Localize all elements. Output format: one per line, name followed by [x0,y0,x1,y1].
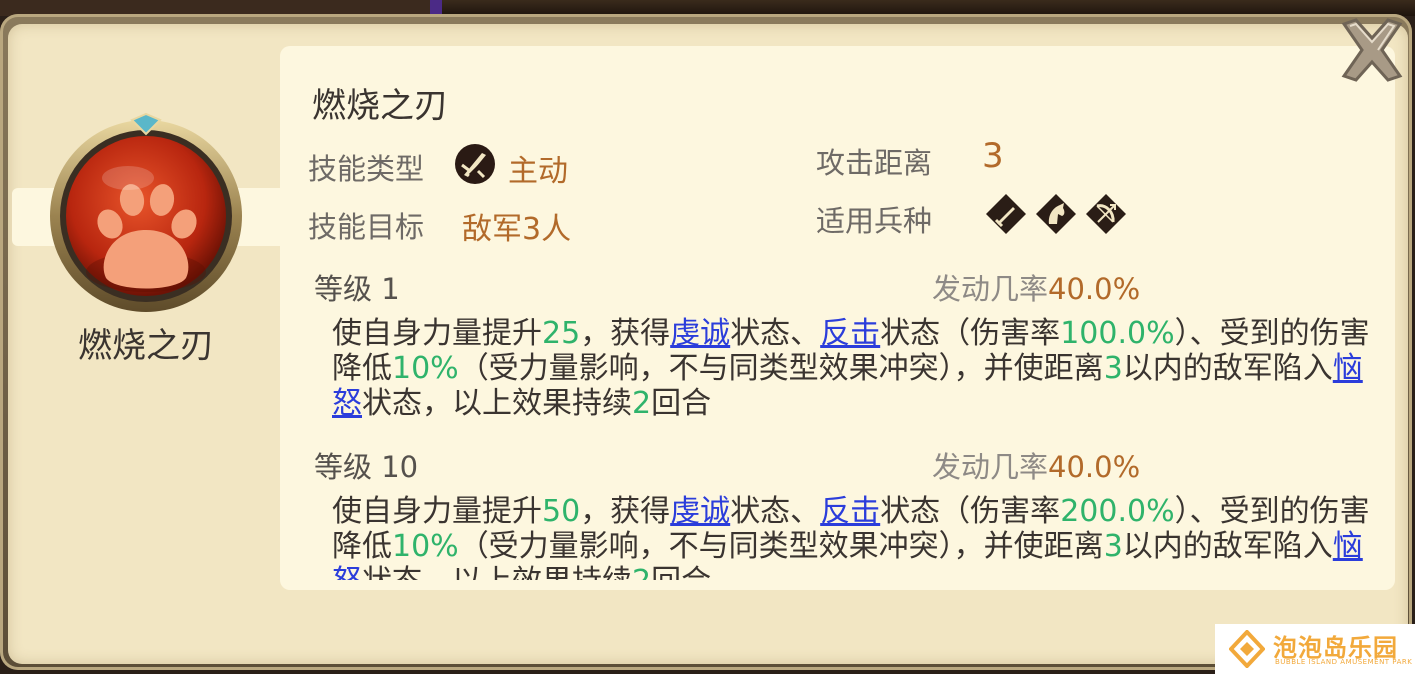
level-1-header: 等级 1 [314,272,400,306]
status-link-piety[interactable]: 虔诚 [670,494,730,529]
level-1-rate: 发动几率40.0% [932,272,1141,306]
status-link-counter[interactable]: 反击 [820,494,880,529]
bubble-island-logo-icon [1229,630,1265,668]
status-link-piety[interactable]: 虔诚 [670,316,730,351]
level-10-rate: 发动几率40.0% [932,450,1141,484]
skill-name-label: 燃烧之刃 [78,326,214,366]
watermark-en: BUBBLE ISLAND AMUSEMENT PARK [1275,658,1413,666]
watermark: 泡泡岛乐园 BUBBLE ISLAND AMUSEMENT PARK [1215,624,1415,674]
status-link-counter[interactable]: 反击 [820,316,880,351]
level-10-header: 等级 10 [314,450,419,484]
close-button[interactable] [1334,14,1410,86]
level-1-description: 使自身力量提升25，获得虔诚状态、反击状态（伤害率100.0%）、受到的伤害降低… [332,316,1370,421]
skill-levels-scroll[interactable]: 等级 1 发动几率40.0% 使自身力量提升25，获得虔诚状态、反击状态（伤害率… [280,46,1395,580]
level-10-description: 使自身力量提升50，获得虔诚状态、反击状态（伤害率200.0%）、受到的伤害降低… [332,494,1372,580]
paw-icon [50,112,242,312]
skill-badge[interactable] [40,112,252,312]
close-icon [1341,18,1403,82]
